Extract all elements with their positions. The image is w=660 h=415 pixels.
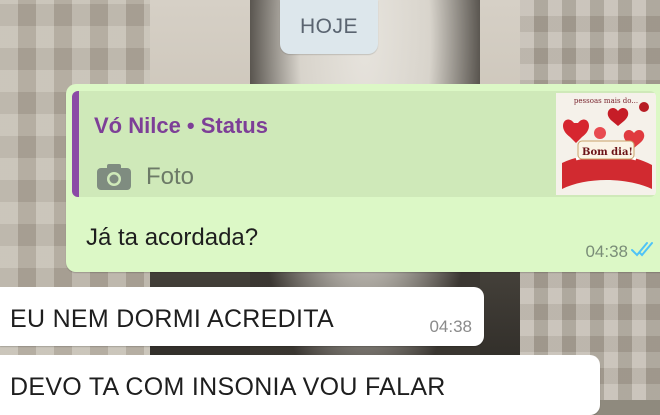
- incoming-message-bubble[interactable]: DEVO TA COM INSONIA VOU FALAR: [0, 355, 600, 415]
- quote-accent-bar: [72, 91, 79, 197]
- incoming-message-bubble[interactable]: EU NEM DORMI ACREDITA 04:38: [0, 287, 484, 346]
- status-thumbnail[interactable]: pessoas mais do... Bom dia!: [556, 93, 656, 195]
- message-text: Já ta acordada?: [86, 224, 259, 251]
- message-text: DEVO TA COM INSONIA VOU FALAR: [10, 373, 446, 401]
- outgoing-message-bubble[interactable]: Vó Nilce • Status Foto pessoas mais do..…: [66, 84, 660, 272]
- quote-media-label: Foto: [146, 163, 195, 190]
- message-text: EU NEM DORMI ACREDITA: [10, 305, 334, 333]
- double-check-icon: [630, 240, 656, 258]
- thumbnail-caption: pessoas mais do...: [573, 97, 639, 105]
- quote-author: Vó Nilce • Status: [94, 113, 268, 138]
- date-separator: HOJE: [280, 0, 378, 54]
- camera-icon: [96, 163, 132, 191]
- message-time: 04:38: [429, 317, 472, 336]
- thumbnail-greeting: Bom dia!: [582, 147, 633, 158]
- message-time: 04:38: [585, 242, 628, 261]
- quoted-status-reply[interactable]: Vó Nilce • Status Foto pessoas mais do..…: [72, 91, 656, 197]
- quote-media-row: Foto: [96, 163, 194, 191]
- date-separator-label: HOJE: [299, 15, 358, 38]
